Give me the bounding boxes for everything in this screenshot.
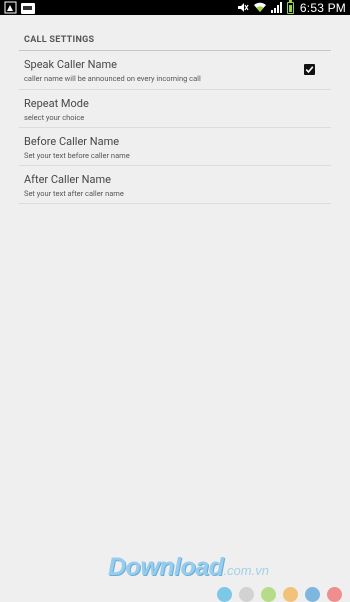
notification-app-icon-2: [21, 2, 35, 14]
watermark-domain: .com.vn: [223, 563, 269, 578]
signal-icon: [270, 2, 282, 13]
pref-after-caller-name[interactable]: After Caller Name Set your text after ca…: [19, 166, 331, 204]
watermark-logo: Download.com.vn: [108, 553, 269, 582]
system-icons: 6:53 PM: [237, 0, 346, 15]
pref-summary: select your choice: [24, 113, 85, 122]
pref-before-caller-name[interactable]: Before Caller Name Set your text before …: [19, 128, 331, 166]
watermark-dot: [217, 587, 232, 602]
status-bar: 6:53 PM: [0, 0, 350, 15]
status-time: 6:53 PM: [299, 0, 346, 15]
watermark-dot: [327, 587, 342, 602]
pref-title: Before Caller Name: [24, 135, 120, 148]
wifi-icon: [253, 2, 266, 12]
settings-list: CALL SETTINGS Speak Caller Name caller n…: [19, 15, 331, 204]
pref-speak-caller-name[interactable]: Speak Caller Name caller name will be an…: [19, 51, 331, 90]
pref-summary: Set your text before caller name: [24, 151, 130, 160]
pref-summary: Set your text after caller name: [24, 189, 124, 198]
pref-summary: caller name will be announced on every i…: [24, 74, 201, 83]
checkmark-icon: [305, 66, 314, 74]
pref-repeat-mode[interactable]: Repeat Mode select your choice: [19, 90, 331, 128]
pref-title: Repeat Mode: [24, 97, 89, 110]
pref-title: Speak Caller Name: [24, 58, 117, 71]
watermark-dot: [261, 587, 276, 602]
pref-title: After Caller Name: [24, 173, 111, 186]
mute-icon: [237, 3, 249, 12]
notification-icons: [4, 1, 35, 14]
watermark-dot: [283, 587, 298, 602]
section-header-call-settings: CALL SETTINGS: [19, 15, 331, 51]
watermark-dot: [239, 587, 254, 602]
watermark-dot: [305, 587, 320, 602]
battery-icon: [286, 0, 294, 14]
notification-app-icon: [4, 1, 17, 14]
speak-caller-name-checkbox[interactable]: [304, 64, 315, 75]
watermark-brand: Download: [108, 553, 224, 581]
watermark-dots: [217, 587, 342, 602]
